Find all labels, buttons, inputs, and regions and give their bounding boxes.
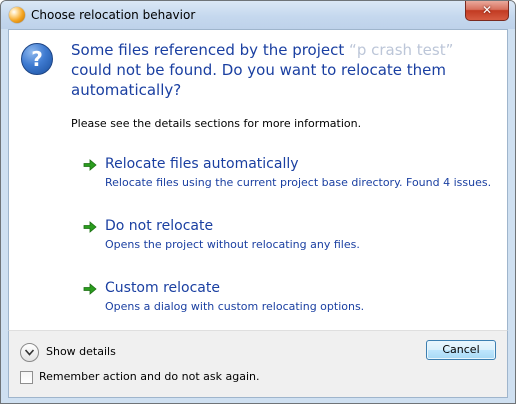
option-title: Do not relocate	[105, 218, 214, 234]
window-title: Choose relocation behavior	[31, 8, 196, 22]
chevron-down-icon[interactable]	[20, 343, 39, 362]
details-note: Please see the details sections for more…	[71, 117, 362, 130]
remember-checkbox[interactable]	[20, 371, 33, 384]
project-name: “p crash test”	[349, 41, 454, 59]
green-arrow-icon	[83, 221, 97, 233]
close-button[interactable]: ✕	[465, 1, 509, 21]
headline: Some files referenced by the project “p …	[71, 40, 491, 100]
green-arrow-icon	[83, 159, 97, 171]
dialog-footer: Show details Cancel Remember action and …	[8, 330, 508, 398]
question-icon: ?	[21, 43, 53, 75]
dialog-content: ? Some files referenced by the project “…	[8, 29, 508, 330]
option-title: Custom relocate	[105, 280, 220, 296]
remember-label: Remember action and do not ask again.	[39, 370, 260, 383]
option-description: Relocate files using the current project…	[105, 176, 492, 189]
option-title: Relocate files automatically	[105, 156, 299, 172]
show-details-label: Show details	[46, 345, 116, 358]
option-description: Opens a dialog with custom relocating op…	[105, 300, 365, 313]
option-description: Opens the project without relocating any…	[105, 238, 360, 251]
dialog-window: Choose relocation behavior ✕ ? Some file…	[0, 0, 516, 404]
title-bar[interactable]: Choose relocation behavior ✕	[1, 1, 515, 29]
headline-suffix: could not be found. Do you want to reloc…	[71, 61, 446, 99]
headline-prefix: Some files referenced by the project	[71, 41, 345, 59]
cancel-button[interactable]: Cancel	[426, 340, 496, 360]
app-icon	[9, 7, 25, 23]
green-arrow-icon	[83, 283, 97, 295]
